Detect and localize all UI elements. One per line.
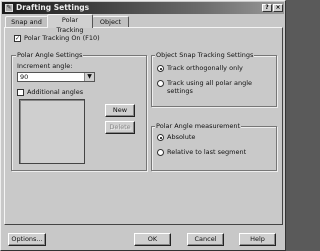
ok-button[interactable]: OK [134,233,171,246]
close-icon[interactable]: × [273,4,283,12]
increment-angle-select[interactable]: 90 ▼ [17,72,95,82]
increment-angle-label: Increment angle: [17,62,73,70]
drafting-settings-dialog: ✎ Drafting Settings ? × Snap and Grid Po… [0,0,286,251]
tab-object-snap[interactable]: Object Snap [92,16,129,36]
relative-last-segment-label: Relative to last segment [167,148,247,156]
help-button[interactable]: Help [239,233,276,246]
object-snap-tracking-label: Object Snap Tracking Settings [155,51,255,59]
title-bar: ✎ Drafting Settings ? × [2,2,284,14]
absolute-radio[interactable] [157,134,164,141]
additional-angles-checkbox[interactable] [17,89,24,96]
absolute-label: Absolute [167,133,196,141]
polar-tracking-panel: ✓ Polar Tracking On (F10) Polar Angle Se… [4,27,283,225]
additional-angles-label: Additional angles [27,88,84,96]
relative-last-segment-radio[interactable] [157,149,164,156]
tab-polar-tracking[interactable]: Polar Tracking [47,14,93,34]
polar-tracking-checkbox[interactable]: ✓ [14,35,21,42]
track-all-polar-radio[interactable] [157,80,164,87]
polar-angle-measurement-label: Polar Angle measurement [155,122,242,130]
options-button[interactable]: Options... [8,233,46,246]
cancel-button[interactable]: Cancel [187,233,224,246]
polar-tracking-label: Polar Tracking On (F10) [24,34,100,42]
tab-snap-and-grid[interactable]: Snap and Grid [5,16,48,36]
app-icon: ✎ [5,4,13,12]
additional-angles-list[interactable] [19,99,85,164]
chevron-down-icon[interactable]: ▼ [84,73,94,81]
track-all-polar-label: Track using all polar angle settings [167,79,253,95]
track-orthogonally-label: Track orthogonally only [167,64,243,72]
window-title: Drafting Settings [16,3,90,12]
polar-angle-settings-label: Polar Angle Settings [16,51,84,59]
track-orthogonally-radio[interactable] [157,65,164,72]
new-angle-button[interactable]: New [105,104,135,117]
help-icon[interactable]: ? [262,4,272,12]
delete-angle-button[interactable]: Delete [105,121,135,134]
increment-angle-value: 90 [20,73,29,81]
